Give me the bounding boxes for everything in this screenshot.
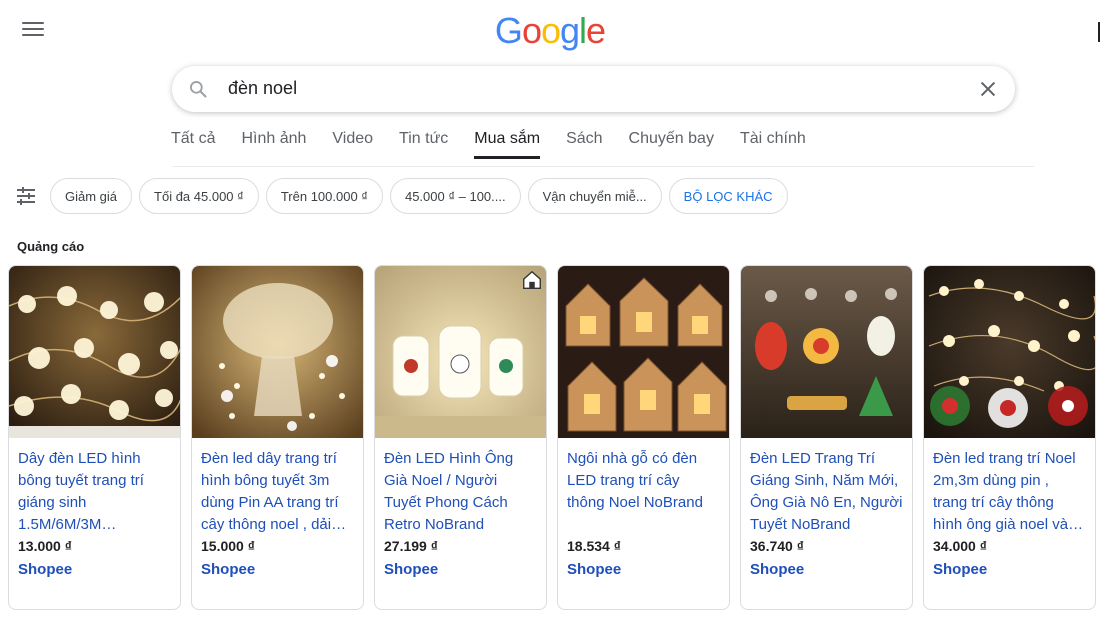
- filter-sliders-icon[interactable]: [14, 184, 38, 208]
- filter-chip-price-range[interactable]: 45.000 ₫ – 100....: [389, 178, 521, 214]
- filter-bar: Giảm giá Tối đa 45.000 ₫ Trên 100.000 ₫ …: [14, 178, 795, 214]
- tab-all[interactable]: Tất cả: [171, 130, 215, 159]
- product-card[interactable]: Đèn led trang trí Noel 2m,3m dùng pin , …: [923, 265, 1096, 610]
- product-title[interactable]: Đèn LED Hình Ông Già Noel / Người Tuyết …: [375, 438, 546, 536]
- search-bar[interactable]: đèn noel: [172, 66, 1015, 112]
- product-card[interactable]: Đèn LED Trang Trí Giáng Sinh, Năm Mới, Ô…: [740, 265, 913, 610]
- product-price: 15.000 ₫: [201, 538, 255, 554]
- more-filters-button[interactable]: BỘ LỌC KHÁC: [668, 178, 788, 214]
- search-input[interactable]: đèn noel: [228, 78, 297, 99]
- tab-flights[interactable]: Chuyến bay: [629, 130, 714, 159]
- tab-finance[interactable]: Tài chính: [740, 130, 806, 159]
- product-image[interactable]: [558, 266, 730, 438]
- product-image[interactable]: [924, 266, 1096, 438]
- product-card[interactable]: Ngôi nhà gỗ có đèn LED trang trí cây thô…: [557, 265, 730, 610]
- product-card[interactable]: Đèn led dây trang trí hình bông tuyết 3m…: [191, 265, 364, 610]
- product-store[interactable]: Shopee: [375, 554, 546, 578]
- product-title[interactable]: Ngôi nhà gỗ có đèn LED trang trí cây thô…: [558, 438, 729, 536]
- tab-shopping[interactable]: Mua sắm: [474, 130, 541, 159]
- filter-chip-free-shipping[interactable]: Vận chuyển miễ...: [527, 178, 662, 214]
- product-card[interactable]: Đèn LED Hình Ông Già Noel / Người Tuyết …: [374, 265, 547, 610]
- tab-books[interactable]: Sách: [566, 130, 602, 159]
- product-price: 18.534 ₫: [567, 538, 621, 554]
- product-store[interactable]: Shopee: [924, 554, 1095, 578]
- tab-video[interactable]: Video: [332, 130, 373, 159]
- search-icon[interactable]: [188, 79, 208, 99]
- product-carousel: Dây đèn LED hình bông tuyết trang trí gi…: [8, 265, 1096, 610]
- product-title[interactable]: Đèn LED Trang Trí Giáng Sinh, Năm Mới, Ô…: [741, 438, 912, 536]
- close-icon[interactable]: [977, 78, 999, 100]
- product-image[interactable]: [192, 266, 364, 438]
- filter-chip-max-price[interactable]: Tối đa 45.000 ₫: [139, 178, 259, 214]
- product-store[interactable]: Shopee: [192, 554, 363, 578]
- product-price: 34.000 ₫: [933, 538, 987, 554]
- product-store[interactable]: Shopee: [558, 554, 729, 578]
- logo-letter: e: [586, 10, 606, 51]
- tabs-divider: [172, 166, 1034, 167]
- tab-images[interactable]: Hình ảnh: [241, 130, 306, 159]
- google-logo[interactable]: Google: [0, 10, 1100, 52]
- product-title[interactable]: Đèn led trang trí Noel 2m,3m dùng pin , …: [924, 438, 1095, 536]
- product-store[interactable]: Shopee: [741, 554, 912, 578]
- product-image[interactable]: [375, 266, 547, 438]
- home-icon: [523, 270, 541, 289]
- product-title[interactable]: Dây đèn LED hình bông tuyết trang trí gi…: [9, 438, 180, 536]
- product-title[interactable]: Đèn led dây trang trí hình bông tuyết 3m…: [192, 438, 363, 536]
- logo-letter: o: [540, 10, 561, 51]
- logo-letter: l: [579, 10, 587, 51]
- product-price: 13.000 ₫: [18, 538, 72, 554]
- logo-letter: o: [521, 10, 542, 51]
- filter-chip-above-price[interactable]: Trên 100.000 ₫: [265, 178, 383, 214]
- search-tabs: Tất cả Hình ảnh Video Tin tức Mua sắm Sá…: [171, 130, 806, 159]
- product-price: 27.199 ₫: [384, 538, 438, 554]
- product-card[interactable]: Dây đèn LED hình bông tuyết trang trí gi…: [8, 265, 181, 610]
- product-image[interactable]: [9, 266, 181, 438]
- ads-label: Quảng cáo: [17, 239, 85, 254]
- product-image[interactable]: [741, 266, 913, 438]
- product-price: 36.740 ₫: [750, 538, 804, 554]
- logo-letter: g: [560, 10, 580, 51]
- product-store[interactable]: Shopee: [9, 554, 180, 578]
- filter-chip-discount[interactable]: Giảm giá: [50, 178, 133, 214]
- logo-letter: G: [494, 10, 523, 51]
- tab-news[interactable]: Tin tức: [399, 130, 448, 159]
